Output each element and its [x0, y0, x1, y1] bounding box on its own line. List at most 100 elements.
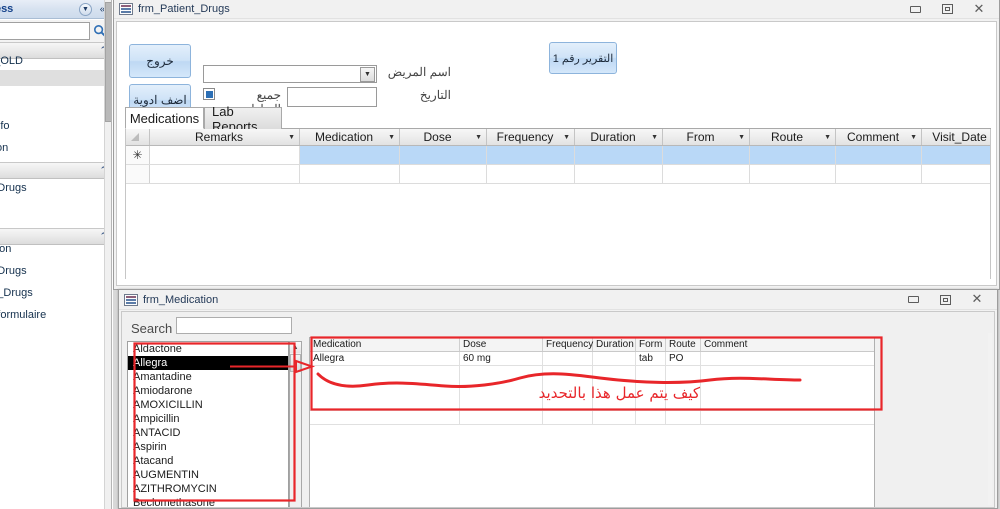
- cell-frequency[interactable]: [543, 411, 593, 424]
- column-header-frequency[interactable]: Frequency ▼: [487, 129, 575, 145]
- cell-remarks[interactable]: [150, 165, 300, 183]
- cell-dose[interactable]: [400, 165, 487, 183]
- chevron-down-icon[interactable]: ▼: [738, 134, 749, 141]
- medication-list-scrollbar[interactable]: ▲: [289, 341, 302, 507]
- cell-duration[interactable]: [575, 165, 663, 183]
- list-item[interactable]: Amantadine: [128, 370, 288, 384]
- column-header-route[interactable]: Route ▼: [750, 129, 836, 145]
- list-item[interactable]: Amiodarone: [128, 384, 288, 398]
- record-selector[interactable]: [126, 165, 150, 183]
- cell-medication[interactable]: [310, 366, 460, 410]
- exit-button[interactable]: خروج: [129, 44, 191, 78]
- chevron-down-icon[interactable]: ▼: [388, 134, 399, 141]
- new-record-marker[interactable]: ✳: [126, 146, 150, 164]
- column-header-route[interactable]: Route: [666, 338, 701, 351]
- cell-medication[interactable]: Allegra: [310, 352, 460, 365]
- column-header-comment[interactable]: Comment ▼: [836, 129, 922, 145]
- date-field[interactable]: [287, 87, 377, 107]
- cell-route[interactable]: [666, 411, 701, 424]
- list-item[interactable]: Atacand: [128, 454, 288, 468]
- column-header-duration[interactable]: Duration ▼: [575, 129, 663, 145]
- cell-frequency[interactable]: [543, 352, 593, 365]
- nav-item-0[interactable]: on_OLD: [0, 53, 111, 69]
- cell-duration[interactable]: [593, 411, 636, 424]
- nav-group-header-2[interactable]: ⌃: [0, 162, 111, 179]
- restore-icon[interactable]: [939, 2, 955, 16]
- chevron-down-icon[interactable]: ▼: [563, 134, 574, 141]
- cell-form[interactable]: [636, 411, 666, 424]
- cell-visit-date[interactable]: [922, 146, 990, 164]
- cell-from[interactable]: [663, 146, 750, 164]
- tab-lab-reports[interactable]: Lab Reports: [204, 104, 282, 134]
- column-header-frequency[interactable]: Frequency: [543, 338, 593, 351]
- nav-item-5[interactable]: nt_Drugs: [0, 180, 111, 196]
- list-item[interactable]: Aspirin: [128, 440, 288, 454]
- chevron-down-icon[interactable]: ▼: [824, 134, 835, 141]
- medications-datasheet[interactable]: Remarks ▼ Medication ▼ Dose ▼ Frequency …: [125, 129, 991, 279]
- list-item[interactable]: AMOXICILLIN: [128, 398, 288, 412]
- cell-medication[interactable]: [300, 146, 400, 164]
- cell-route[interactable]: [750, 146, 836, 164]
- table-row[interactable]: [126, 165, 990, 184]
- close-icon[interactable]: ✕: [971, 2, 987, 16]
- nav-item-7[interactable]: cation: [0, 241, 111, 257]
- table-row[interactable]: Allegra 60 mg tab PO: [310, 352, 874, 366]
- column-header-medication[interactable]: Medication ▼: [300, 129, 400, 145]
- patient-name-combobox[interactable]: ▼: [203, 65, 377, 83]
- cell-visit-date[interactable]: [922, 165, 990, 183]
- navigation-pane-scrollbar[interactable]: [104, 0, 111, 509]
- nav-item-6[interactable]: [0, 200, 111, 216]
- nav-item-2[interactable]: [0, 88, 111, 104]
- cell-medication[interactable]: [310, 411, 460, 424]
- list-item[interactable]: AZITHROMYCIN: [128, 482, 288, 496]
- cell-dose[interactable]: [400, 146, 487, 164]
- column-header-dose[interactable]: Dose ▼: [400, 129, 487, 145]
- column-header-form[interactable]: Form: [636, 338, 666, 351]
- restore-icon[interactable]: [937, 293, 953, 307]
- column-header-comment[interactable]: Comment: [701, 338, 869, 351]
- list-item[interactable]: ANTACID: [128, 426, 288, 440]
- list-item[interactable]: AUGMENTIN: [128, 468, 288, 482]
- cell-frequency[interactable]: [487, 146, 575, 164]
- chevron-down-icon[interactable]: ▼: [288, 134, 299, 141]
- navigation-pane-dropdown-button[interactable]: ▼: [78, 2, 93, 17]
- cell-duration[interactable]: [575, 146, 663, 164]
- nav-item-1[interactable]: [0, 70, 111, 86]
- cell-medication[interactable]: [300, 165, 400, 183]
- chevron-down-icon[interactable]: ▼: [475, 134, 486, 141]
- navigation-search-input[interactable]: [0, 22, 90, 40]
- cell-comment[interactable]: [701, 352, 869, 365]
- child-window-titlebar[interactable]: frm_Medication ✕: [119, 290, 997, 310]
- parent-window-titlebar[interactable]: frm_Patient_Drugs ✕: [114, 0, 999, 19]
- report-1-button[interactable]: التقرير رقم 1: [549, 42, 617, 74]
- list-item[interactable]: Beclomethasone: [128, 496, 288, 507]
- chevron-down-icon[interactable]: ▼: [651, 134, 662, 141]
- cell-comment[interactable]: [701, 411, 869, 424]
- tab-medications[interactable]: Medications: [125, 107, 204, 129]
- close-icon[interactable]: ✕: [969, 293, 985, 307]
- child-window-scroll-track[interactable]: [988, 333, 992, 505]
- table-row[interactable]: ✳: [126, 146, 990, 165]
- column-header-visit-date[interactable]: Visit_Date ▼: [922, 129, 990, 145]
- column-header-medication[interactable]: Medication: [310, 338, 460, 351]
- minimize-icon[interactable]: [905, 293, 921, 307]
- minimize-icon[interactable]: [907, 2, 923, 16]
- cell-comment[interactable]: [836, 165, 922, 183]
- column-header-remarks[interactable]: Remarks ▼: [150, 129, 300, 145]
- table-row[interactable]: [310, 411, 874, 425]
- cell-duration[interactable]: [593, 352, 636, 365]
- navigation-pane-scroll-thumb[interactable]: [105, 2, 111, 122]
- cell-route[interactable]: [750, 165, 836, 183]
- list-item[interactable]: Ampicillin: [128, 412, 288, 426]
- all-visits-checkbox[interactable]: [203, 88, 215, 100]
- nav-item-4[interactable]: iption: [0, 140, 111, 156]
- chevron-down-icon[interactable]: ▼: [360, 67, 375, 82]
- scroll-thumb[interactable]: [290, 354, 301, 372]
- cell-frequency[interactable]: [487, 165, 575, 183]
- column-header-dose[interactable]: Dose: [460, 338, 543, 351]
- column-header-duration[interactable]: Duration: [593, 338, 636, 351]
- chevron-up-icon[interactable]: ▲: [290, 342, 301, 353]
- list-item-selected[interactable]: Allegra: [128, 356, 288, 370]
- cell-comment[interactable]: [836, 146, 922, 164]
- nav-item-10[interactable]: us-formulaire: [0, 307, 111, 323]
